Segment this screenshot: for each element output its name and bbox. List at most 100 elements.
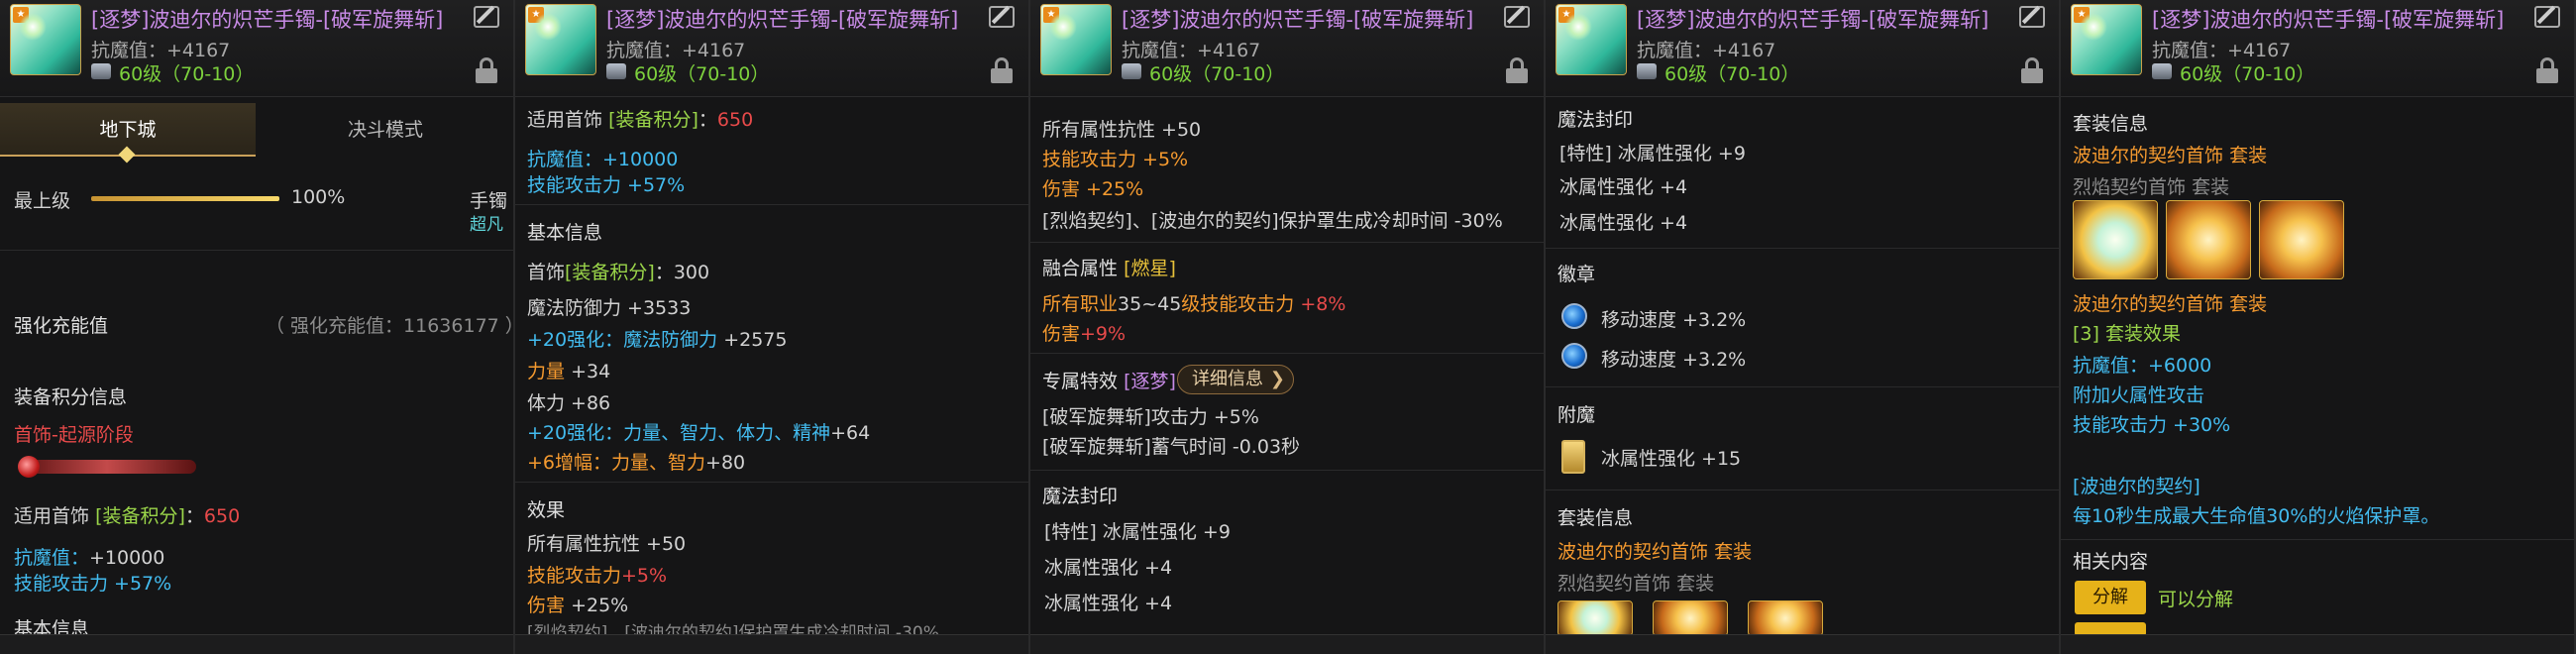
bottom-strip xyxy=(2061,634,2574,654)
tooltip-panel-4: ★ [逐梦]波迪尔的炽芒手镯-[破军旋舞斩] 抗魔值：+4167 60级（70-… xyxy=(1546,0,2061,654)
set-magic-line: 抗魔值：+6000 xyxy=(2073,355,2212,377)
bottom-strip xyxy=(1030,634,1544,654)
basic-info-heading: 基本信息 xyxy=(527,222,603,244)
magic-resistance: 抗魔值：+4167 xyxy=(606,40,746,61)
effect-heading: 效果 xyxy=(527,499,566,521)
bottom-strip xyxy=(1546,634,2059,654)
set-item-icon-3[interactable] xyxy=(2259,200,2344,279)
share-icon[interactable] xyxy=(989,6,1015,28)
emblem-icon-2 xyxy=(1561,343,1587,369)
level-icon xyxy=(1637,63,1657,79)
seal-heading: 魔法封印 xyxy=(1557,109,1634,131)
share-icon[interactable] xyxy=(474,6,499,28)
level-icon xyxy=(1122,63,1141,79)
seal-ice-line-a: 冰属性强化 +4 xyxy=(1559,176,1688,198)
item-level: 60级（70-10） xyxy=(1149,63,1285,85)
item-icon: ★ xyxy=(10,4,81,75)
lock-icon[interactable] xyxy=(991,57,1013,83)
reinforce-label: 强化充能值 xyxy=(14,315,109,337)
badge-icon: ★ xyxy=(13,7,29,23)
lock-icon[interactable] xyxy=(476,57,497,83)
item-level: 60级（70-10） xyxy=(634,63,770,85)
level-icon xyxy=(606,63,626,79)
grade-percent: 100% xyxy=(291,186,346,208)
fusion-dmg-line: 伤害+9% xyxy=(1042,323,1127,345)
magic-line: 抗魔值：+10000 xyxy=(527,149,679,170)
contract-desc: 每10秒生成最大生命值30%的火焰保护罩。 xyxy=(2073,505,2440,527)
lock-icon[interactable] xyxy=(2536,57,2558,83)
share-icon[interactable] xyxy=(2019,6,2045,28)
exclusive-heading: 专属特效 [逐梦] xyxy=(1042,371,1176,392)
share-icon[interactable] xyxy=(1504,6,1530,28)
detail-button[interactable]: 详细信息 xyxy=(1177,365,1294,394)
grade-name: 超凡 xyxy=(470,215,503,235)
share-icon[interactable] xyxy=(2534,6,2560,28)
item-title: [逐梦]波迪尔的炽芒手镯-[破军旋舞斩] xyxy=(1122,8,1474,32)
mdef-line: 魔法防御力 +3533 xyxy=(527,297,692,319)
magic-resistance: 抗魔值：+4167 xyxy=(1122,40,1261,61)
emblem-icon-1 xyxy=(1561,303,1587,329)
lock-icon[interactable] xyxy=(1506,57,1528,83)
seal-trait-line: [特性] 冰属性强化 +9 xyxy=(1559,143,1746,164)
stage-label: 首饰-起源阶段 xyxy=(14,424,134,446)
tab-duel[interactable]: 决斗模式 xyxy=(256,103,513,157)
vit-line: 体力 +86 xyxy=(527,392,611,414)
dmg-line: 伤害 +25% xyxy=(527,595,629,616)
set-item-icon-1[interactable] xyxy=(2073,200,2158,279)
set-item-icon-2[interactable] xyxy=(1653,600,1728,636)
magic-line: 抗魔值：+10000 xyxy=(14,547,165,569)
seal-trait-line: [特性] 冰属性强化 +9 xyxy=(1044,521,1231,543)
fusion-skill-line: 所有职业35~45级技能攻击力 +8% xyxy=(1042,293,1346,315)
set-item-icon-3[interactable] xyxy=(1748,600,1823,636)
item-icon: ★ xyxy=(1556,4,1627,75)
grade-progress-bar xyxy=(91,196,279,201)
badge-icon: ★ xyxy=(1043,7,1059,23)
skill-atk-line: 技能攻击力 +57% xyxy=(14,573,172,595)
shield-line: [烈焰契约]、[波迪尔的契约]保护罩生成冷却时间 -30% xyxy=(1042,210,1503,232)
exclusive-atk-line: [破军旋舞斩]攻击力 +5% xyxy=(1042,406,1259,428)
contract-name: [波迪尔的契约] xyxy=(2073,476,2200,497)
item-level: 60级（70-10） xyxy=(119,63,255,85)
item-title: [逐梦]波迪尔的炽芒手镯-[破军旋舞斩] xyxy=(1637,8,1989,32)
grade-label: 最上级 xyxy=(14,190,71,212)
item-title: [逐梦]波迪尔的炽芒手镯-[破军旋舞斩] xyxy=(2152,8,2505,32)
emblem-heading: 徽章 xyxy=(1557,264,1596,285)
set-item-icon-2[interactable] xyxy=(2166,200,2251,279)
enchant-heading: 附魔 xyxy=(1557,404,1596,426)
item-icon: ★ xyxy=(525,4,596,75)
enchant-line: 冰属性强化 +15 xyxy=(1601,448,1742,470)
lock-icon[interactable] xyxy=(2021,57,2043,83)
badge-icon: ★ xyxy=(2074,7,2090,23)
acc-score-line: 首饰[装备积分]：300 xyxy=(527,262,710,283)
set-name-line-2: 波迪尔的契约首饰 套装 xyxy=(2073,293,2268,315)
skill-atk5-line: 技能攻击力+5% xyxy=(527,565,668,587)
skill-atk-line: 技能攻击力 +57% xyxy=(527,174,686,196)
fusion-heading: 融合属性 [燃星] xyxy=(1042,258,1176,279)
level-icon xyxy=(91,63,111,79)
score-info-heading: 装备积分信息 xyxy=(14,386,128,408)
set-effect-heading: [3] 套装效果 xyxy=(2073,323,2181,345)
set-fire-line: 附加火属性攻击 xyxy=(2073,384,2205,406)
seal-ice-line-b: 冰属性强化 +4 xyxy=(1559,212,1688,234)
set-item-icon-1[interactable] xyxy=(1557,600,1633,636)
set-name-line: 波迪尔的契约首饰 套装 xyxy=(2073,145,2268,166)
seal-ice-line-a: 冰属性强化 +4 xyxy=(1044,557,1173,579)
amplify-line: +6增幅：力量、智力+80 xyxy=(527,452,746,474)
dmg-line: 伤害 +25% xyxy=(1042,178,1144,200)
item-header: ★ [逐梦]波迪尔的炽芒手镯-[破军旋舞斩] 抗魔值：+4167 60级（70-… xyxy=(2061,0,2574,97)
item-level: 60级（70-10） xyxy=(1664,63,1800,85)
magic-resistance: 抗魔值：+4167 xyxy=(2152,40,2292,61)
item-header: ★ [逐梦]波迪尔的炽芒手镯-[破军旋舞斩] 抗魔值：+4167 60级（70-… xyxy=(0,0,513,97)
magic-resistance: 抗魔值：+4167 xyxy=(91,40,231,61)
set-skill-line: 技能攻击力 +30% xyxy=(2073,414,2231,436)
tooltip-panel-1: ★ [逐梦]波迪尔的炽芒手镯-[破军旋舞斩] 抗魔值：+4167 60级（70-… xyxy=(0,0,515,654)
disassemble-button[interactable]: 分解 xyxy=(2075,581,2146,614)
magic-resistance: 抗魔值：+4167 xyxy=(1637,40,1776,61)
disassemble-status: 可以分解 xyxy=(2158,589,2234,610)
all-res-line: 所有属性抗性 +50 xyxy=(527,533,687,555)
enchant-card-icon xyxy=(1561,440,1585,474)
seal-ice-line-b: 冰属性强化 +4 xyxy=(1044,593,1173,614)
set-alt-line: 烈焰契约首饰 套装 xyxy=(1557,573,1715,595)
set-heading: 套装信息 xyxy=(1557,507,1634,529)
related-heading: 相关内容 xyxy=(2073,551,2149,573)
